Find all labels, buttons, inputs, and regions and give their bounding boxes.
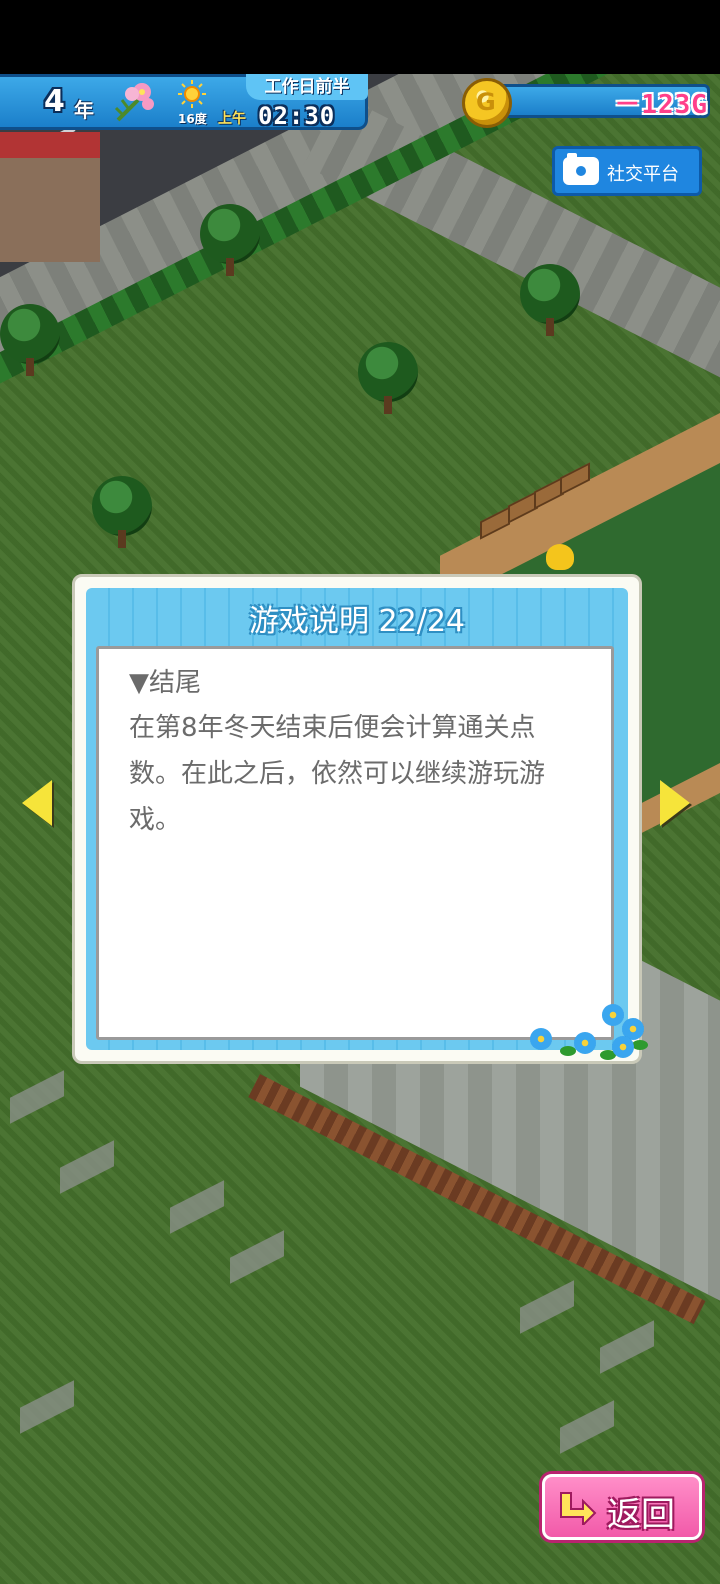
return-arrow-icon: [560, 1492, 597, 1525]
tree: [358, 342, 418, 414]
am-pm-label: 上午: [218, 111, 246, 127]
house: [0, 132, 100, 262]
year-number: 4: [44, 84, 65, 119]
help-dialog-body: ▼结尾 在第8年冬天结束后便会计算通关点数。在此之后，依然可以继续游玩游戏。: [96, 646, 614, 1040]
year-unit: 年: [74, 98, 94, 122]
tree: [92, 476, 152, 548]
section-heading: ▼结尾: [129, 668, 201, 698]
coin-letter: G: [476, 88, 496, 116]
social-platform-label: 社交平台: [607, 164, 679, 185]
tree: [0, 304, 60, 376]
back-label: 返回: [607, 1495, 675, 1535]
arrow-left-icon[interactable]: [22, 780, 52, 826]
coin-icon: G: [462, 78, 512, 128]
sun-icon: [178, 80, 206, 108]
tree: [200, 204, 260, 276]
section-text: 在第8年冬天结束后便会计算通关点数。在此之后，依然可以继续游玩游戏。: [129, 713, 546, 835]
tree: [520, 264, 580, 336]
game-clock: 02:30: [258, 102, 336, 130]
back-button[interactable]: 返回: [542, 1474, 702, 1540]
rubber-duck-icon: [546, 544, 574, 570]
social-platform-button[interactable]: 社交平台: [552, 146, 702, 196]
arrow-right-icon[interactable]: [660, 780, 690, 826]
temperature: 16度: [178, 112, 207, 126]
period-label: 工作日前半: [246, 74, 368, 100]
money-amount: －123G: [614, 90, 708, 120]
status-bar-area: [0, 0, 720, 74]
camera-icon: [563, 153, 599, 185]
help-dialog-title: 游戏说明 22/24: [249, 604, 465, 639]
flower-icon: [114, 83, 154, 122]
